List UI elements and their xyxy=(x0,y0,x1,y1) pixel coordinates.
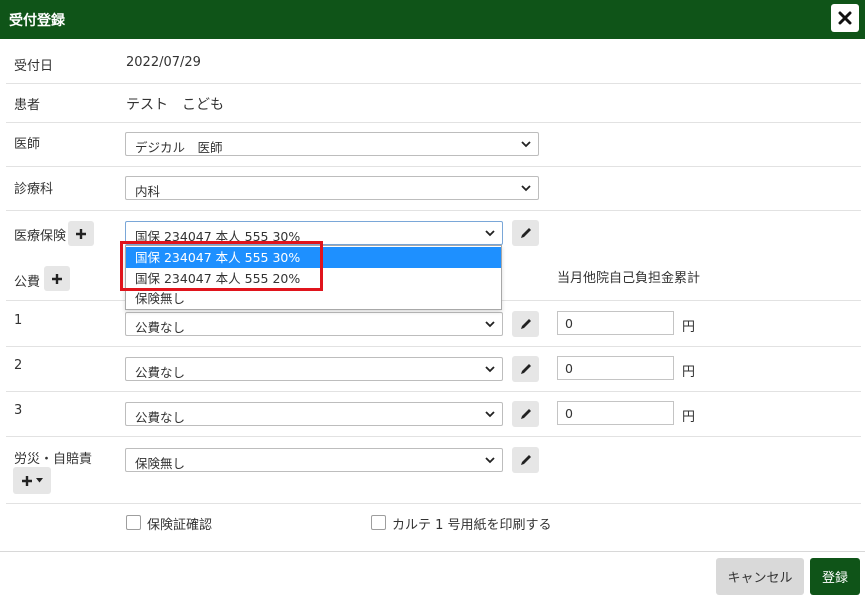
edit-public-expense-button-3[interactable] xyxy=(512,401,539,427)
yen-unit: 円 xyxy=(682,320,696,335)
plus-icon xyxy=(76,228,86,239)
dialog-titlebar: 受付登録 xyxy=(0,0,865,39)
patient-label: 患者 xyxy=(14,98,41,113)
reception-date-value: 2022/07/29 xyxy=(126,55,201,70)
edit-insurance-button[interactable] xyxy=(512,220,539,246)
edit-public-expense-button-2[interactable] xyxy=(512,356,539,382)
insurance-card-checkbox[interactable] xyxy=(126,515,141,530)
divider xyxy=(6,166,861,167)
workers-comp-select[interactable]: 保険無し xyxy=(125,448,503,472)
public-expense-select-value: 公費なし xyxy=(135,365,186,380)
public-expense-number: 1 xyxy=(14,313,23,328)
doctor-select[interactable]: デジカル 医師 xyxy=(125,132,539,156)
dialog-title: 受付登録 xyxy=(9,13,65,29)
department-label: 診療科 xyxy=(14,182,54,197)
public-expense-label: 公費 xyxy=(14,275,41,290)
public-expense-select-2[interactable]: 公費なし xyxy=(125,357,503,381)
close-button[interactable] xyxy=(831,4,859,32)
divider xyxy=(6,436,861,437)
pencil-icon xyxy=(520,364,531,374)
public-expense-select-3[interactable]: 公費なし xyxy=(125,402,503,426)
chevron-down-icon xyxy=(485,366,495,373)
divider xyxy=(6,83,861,84)
chevron-down-icon xyxy=(485,230,495,237)
print-karte-checkbox[interactable] xyxy=(371,515,386,530)
divider xyxy=(6,122,861,123)
divider xyxy=(6,391,861,392)
divider xyxy=(6,503,861,504)
public-expense-number: 2 xyxy=(14,358,23,373)
workers-comp-select-value: 保険無し xyxy=(135,456,186,471)
yen-unit: 円 xyxy=(682,365,696,380)
insurance-label: 医療保険 xyxy=(14,229,67,244)
chevron-down-icon xyxy=(521,141,531,148)
other-clinic-total-header: 当月他院自己負担金累計 xyxy=(557,271,701,286)
other-clinic-amount-input-1[interactable]: 0 xyxy=(557,311,674,335)
yen-unit: 円 xyxy=(682,410,696,425)
public-expense-select-1[interactable]: 公費なし xyxy=(125,312,503,336)
public-expense-select-value: 公費なし xyxy=(135,410,186,425)
department-select-value: 内科 xyxy=(135,184,161,199)
other-clinic-amount-input-3[interactable]: 0 xyxy=(557,401,674,425)
reception-date-label: 受付日 xyxy=(14,59,54,74)
divider xyxy=(6,346,861,347)
pencil-icon xyxy=(520,455,531,465)
plus-icon xyxy=(22,475,32,486)
amount-value: 0 xyxy=(565,316,573,331)
chevron-down-icon xyxy=(521,185,531,192)
amount-value: 0 xyxy=(565,406,573,421)
caret-down-icon xyxy=(36,478,43,483)
chevron-down-icon xyxy=(485,321,495,328)
doctor-select-value: デジカル 医師 xyxy=(135,140,223,155)
add-public-expense-button[interactable] xyxy=(44,266,70,291)
pencil-icon xyxy=(520,228,531,238)
doctor-label: 医師 xyxy=(14,137,41,152)
footer-divider xyxy=(0,551,865,552)
cancel-button[interactable]: キャンセル xyxy=(716,558,804,595)
public-expense-select-value: 公費なし xyxy=(135,320,186,335)
insurance-card-checkbox-label: 保険証確認 xyxy=(147,518,213,533)
add-insurance-button[interactable] xyxy=(68,221,94,246)
pencil-icon xyxy=(520,409,531,419)
workers-comp-label: 労災・自賠責 xyxy=(14,452,93,467)
highlight-box xyxy=(120,241,323,291)
pencil-icon xyxy=(520,319,531,329)
print-karte-checkbox-label: カルテ 1 号用紙を印刷する xyxy=(392,518,552,533)
divider xyxy=(6,210,861,211)
patient-value: テスト こども xyxy=(126,97,224,113)
register-button[interactable]: 登録 xyxy=(810,558,860,595)
add-workers-comp-dropdown-button[interactable] xyxy=(13,467,51,494)
amount-value: 0 xyxy=(565,361,573,376)
chevron-down-icon xyxy=(485,457,495,464)
edit-workers-comp-button[interactable] xyxy=(512,447,539,473)
insurance-option[interactable]: 保険無し xyxy=(126,288,501,309)
close-icon xyxy=(838,11,852,25)
edit-public-expense-button-1[interactable] xyxy=(512,311,539,337)
public-expense-number: 3 xyxy=(14,403,23,418)
chevron-down-icon xyxy=(485,411,495,418)
department-select[interactable]: 内科 xyxy=(125,176,539,200)
other-clinic-amount-input-2[interactable]: 0 xyxy=(557,356,674,380)
plus-icon xyxy=(52,273,62,284)
